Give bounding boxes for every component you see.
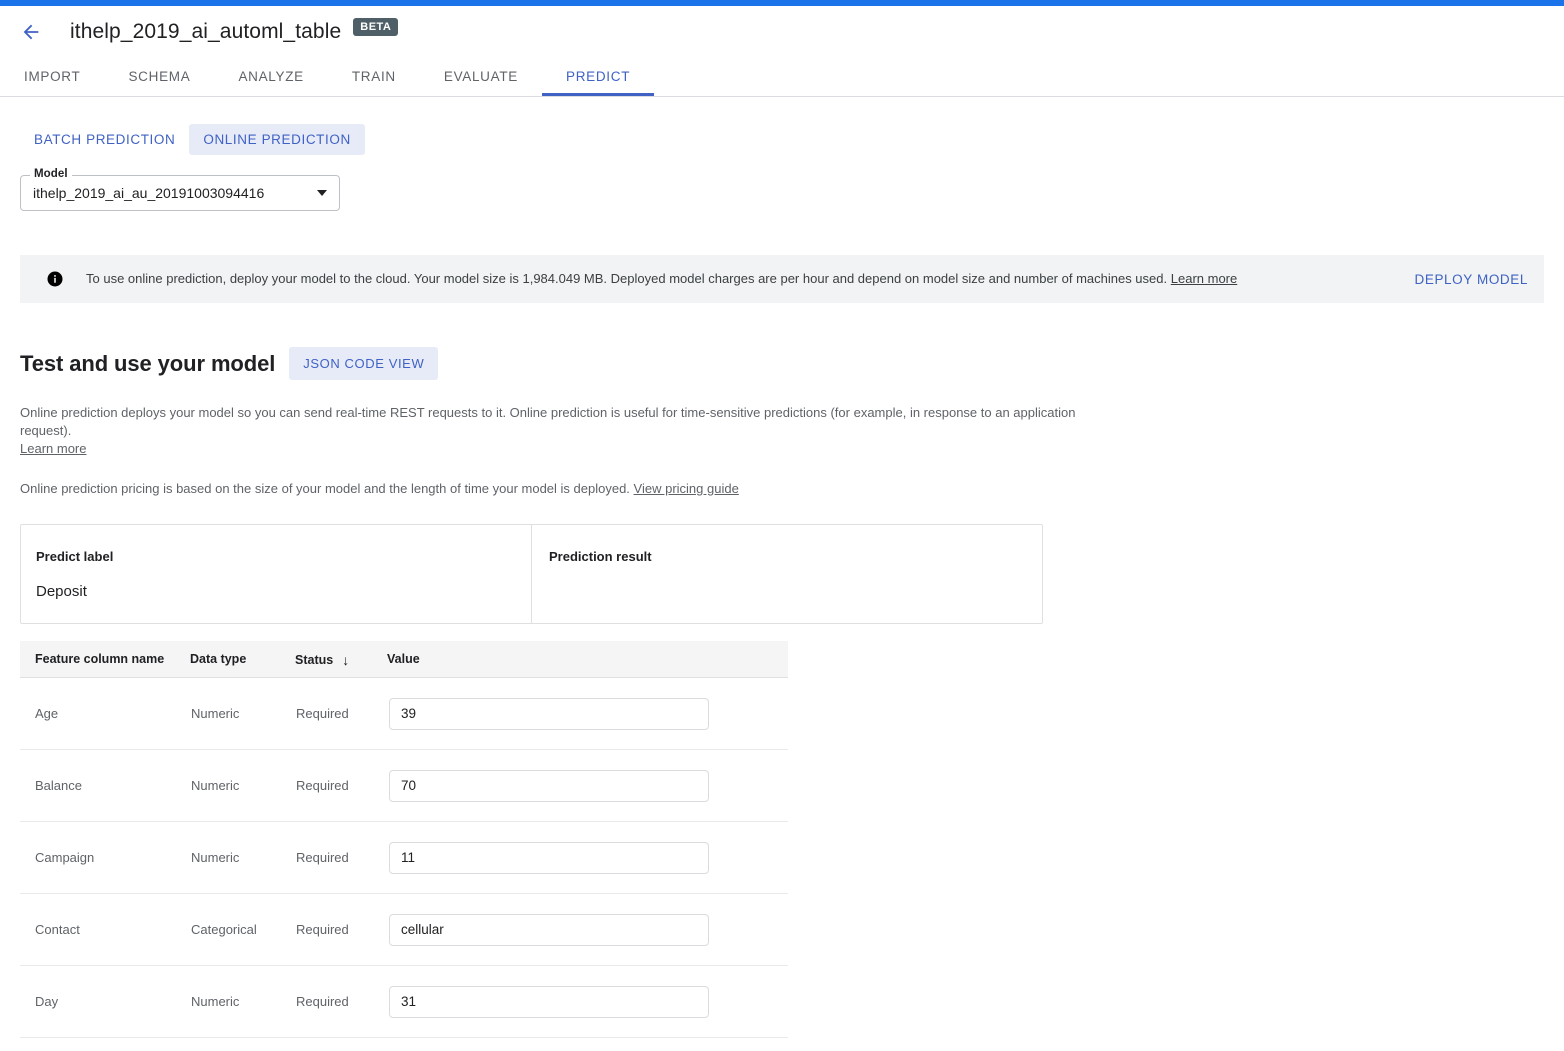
arrow-left-icon [20, 21, 42, 43]
feature-name-cell: Balance [20, 749, 190, 822]
feature-columns-table: Feature column name Data type Status ↓ Va… [20, 641, 788, 1051]
feature-value-input-age[interactable] [389, 697, 709, 730]
predict-label-header: Predict label [36, 549, 114, 564]
data-type-cell: Numeric [190, 677, 295, 750]
data-type-cell: Numeric [190, 965, 295, 1038]
value-cell [387, 749, 788, 822]
predict-summary-card: Predict label Deposit Prediction result [20, 524, 1043, 624]
feature-name-cell: Contact [20, 893, 190, 966]
table-row: Day Numeric Required [20, 965, 788, 1038]
page-content: BATCH PREDICTION ONLINE PREDICTION Model… [0, 123, 1564, 1051]
value-cell [387, 893, 788, 966]
table-row: Default Categorical Required [20, 1037, 788, 1051]
pricing-text: Online prediction pricing is based on th… [20, 481, 630, 496]
info-icon [46, 270, 64, 288]
feature-value-input-balance[interactable] [389, 769, 709, 802]
description-learn-more-link[interactable]: Learn more [20, 441, 86, 456]
status-cell: Required [295, 1037, 387, 1051]
tab-predict[interactable]: PREDICT [541, 57, 655, 96]
data-type-cell: Numeric [190, 821, 295, 894]
status-cell: Required [295, 893, 387, 966]
data-type-cell: Categorical [190, 893, 295, 966]
online-prediction-description: Online prediction deploys your model so … [20, 404, 1120, 458]
feature-name-cell: Day [20, 965, 190, 1038]
feature-name-cell: Campaign [20, 821, 190, 894]
model-select-value: ithelp_2019_ai_au_20191003094416 [33, 185, 265, 201]
arrow-down-icon: ↓ [342, 652, 350, 668]
status-cell: Required [295, 677, 387, 750]
pricing-description: Online prediction pricing is based on th… [20, 480, 1120, 498]
column-header-data-type[interactable]: Data type [190, 641, 295, 678]
tab-import[interactable]: IMPORT [0, 57, 104, 96]
status-cell: Required [295, 965, 387, 1038]
tab-analyze[interactable]: ANALYZE [214, 57, 327, 96]
chip-batch-prediction[interactable]: BATCH PREDICTION [20, 124, 189, 155]
view-pricing-guide-link[interactable]: View pricing guide [634, 481, 739, 496]
column-header-status[interactable]: Status ↓ [295, 641, 387, 678]
feature-name-cell: Age [20, 677, 190, 750]
test-model-section-header: Test and use your model JSON CODE VIEW [20, 347, 1544, 380]
predict-label-column: Predict label Deposit [21, 525, 531, 623]
model-select-legend: Model [30, 168, 72, 180]
json-code-view-button[interactable]: JSON CODE VIEW [289, 347, 439, 380]
table-row: Balance Numeric Required [20, 749, 788, 822]
feature-table-body: Age Numeric Required Balance Numeric Req… [20, 677, 788, 1051]
table-row: Contact Categorical Required [20, 893, 788, 966]
deploy-model-button[interactable]: DEPLOY MODEL [1415, 272, 1529, 287]
table-row: Campaign Numeric Required [20, 821, 788, 894]
value-cell [387, 677, 788, 750]
main-tab-bar: IMPORT SCHEMA ANALYZE TRAIN EVALUATE PRE… [0, 57, 1564, 97]
section-title: Test and use your model [20, 350, 276, 376]
banner-learn-more-link[interactable]: Learn more [1171, 271, 1237, 286]
page-title: ithelp_2019_ai_automl_table BETA [70, 17, 399, 44]
back-button[interactable] [14, 15, 48, 49]
page-header: ithelp_2019_ai_automl_table BETA [0, 6, 1564, 57]
column-header-status-label: Status [295, 653, 334, 667]
data-type-cell: Numeric [190, 749, 295, 822]
feature-value-input-campaign[interactable] [389, 841, 709, 874]
predict-label-value: Deposit [36, 583, 87, 600]
column-header-feature-name[interactable]: Feature column name [20, 641, 190, 678]
deploy-info-banner: To use online prediction, deploy your mo… [20, 255, 1544, 303]
tab-evaluate[interactable]: EVALUATE [420, 57, 542, 96]
prediction-result-header: Prediction result [549, 549, 652, 564]
status-cell: Required [295, 749, 387, 822]
description-text: Online prediction deploys your model so … [20, 405, 1076, 438]
data-type-cell: Categorical [190, 1037, 295, 1051]
column-header-value[interactable]: Value [387, 641, 788, 678]
page-title-text: ithelp_2019_ai_automl_table [70, 19, 342, 43]
prediction-mode-chips: BATCH PREDICTION ONLINE PREDICTION [20, 123, 1544, 155]
value-cell [387, 821, 788, 894]
value-cell [387, 1037, 788, 1051]
beta-badge: BETA [353, 17, 399, 36]
tab-schema[interactable]: SCHEMA [104, 57, 214, 96]
banner-message: To use online prediction, deploy your mo… [86, 271, 1168, 286]
chevron-down-icon [317, 190, 327, 196]
feature-value-input-day[interactable] [389, 985, 709, 1018]
value-cell [387, 965, 788, 1038]
banner-text: To use online prediction, deploy your mo… [86, 270, 1391, 288]
feature-table-head: Feature column name Data type Status ↓ Va… [20, 641, 788, 678]
feature-table-header-row: Feature column name Data type Status ↓ Va… [20, 641, 788, 678]
feature-value-input-contact[interactable] [389, 913, 709, 946]
chip-online-prediction[interactable]: ONLINE PREDICTION [189, 123, 365, 155]
table-row: Age Numeric Required [20, 677, 788, 750]
feature-name-cell: Default [20, 1037, 190, 1051]
prediction-result-column: Prediction result [531, 525, 1042, 623]
status-cell: Required [295, 821, 387, 894]
model-select[interactable]: Model ithelp_2019_ai_au_20191003094416 [20, 168, 340, 211]
tab-train[interactable]: TRAIN [328, 57, 420, 96]
